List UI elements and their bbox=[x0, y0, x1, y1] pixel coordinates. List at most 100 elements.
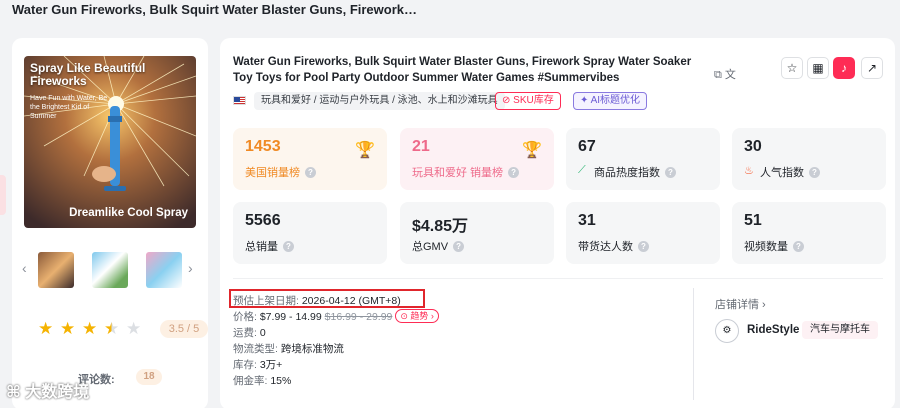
stat-value: 30 bbox=[744, 138, 762, 155]
ai-title-label: AI标题优化 bbox=[590, 95, 641, 106]
tag-icon: ⊘ bbox=[502, 95, 514, 106]
stat-label: 商品热度指数? bbox=[594, 164, 676, 180]
ai-title-button[interactable]: ✦ AI标题优化 bbox=[573, 92, 648, 110]
stat-label: 玩具和爱好 销量榜? bbox=[412, 164, 520, 180]
help-icon[interactable]: ? bbox=[665, 167, 676, 178]
stat-label: 总GMV? bbox=[412, 238, 465, 254]
star-full-icon: ★ bbox=[60, 319, 76, 338]
shipping-row: 运费: 0 bbox=[233, 325, 439, 341]
external-link-icon[interactable]: ↗ bbox=[861, 57, 883, 79]
category-tag[interactable]: 玩具和爱好 / 运动与户外玩具 / 泳池、水上和沙滩玩具 bbox=[254, 92, 505, 110]
stat-label: 带货达人数? bbox=[578, 238, 649, 254]
us-flag-icon bbox=[233, 96, 246, 105]
product-details-list: 预估上架日期: 2026-04-12 (GMT+8) 价格: $7.99 - 1… bbox=[229, 289, 439, 389]
shop-details-link[interactable]: 店铺详情 › bbox=[715, 296, 766, 312]
detail-label: 运费: bbox=[233, 327, 257, 339]
commission-row: 佣金率: 15% bbox=[233, 373, 439, 389]
stat-label: 人气指数? bbox=[760, 164, 820, 180]
help-icon[interactable]: ? bbox=[793, 241, 804, 252]
image-subline: Have Fun with Water, Be the Brightest Ki… bbox=[30, 95, 108, 120]
help-icon[interactable]: ? bbox=[453, 241, 465, 252]
stat-value: $4.85万 bbox=[412, 218, 469, 235]
stat-popularity: 30 ♨ 人气指数? bbox=[732, 128, 886, 190]
stat-heat-index: 67 ⟋ 商品热度指数? bbox=[566, 128, 720, 190]
commission-value: 15% bbox=[270, 375, 292, 387]
qr-code-icon[interactable]: ▦ bbox=[807, 57, 829, 79]
help-icon[interactable]: ? bbox=[305, 167, 316, 178]
chevron-right-icon[interactable]: › bbox=[188, 260, 193, 276]
shop-name[interactable]: RideStyle bbox=[747, 324, 799, 336]
star-full-icon: ★ bbox=[38, 319, 54, 338]
stock-row: 库存: 3万+ bbox=[233, 357, 439, 373]
fire-icon: ♨ bbox=[744, 165, 754, 177]
review-count: 18 bbox=[136, 369, 162, 385]
product-detail-card: Water Gun Fireworks, Bulk Squirt Water B… bbox=[220, 38, 895, 408]
page-title: Water Gun Fireworks, Bulk Squirt Water B… bbox=[12, 2, 418, 17]
stat-value: 5566 bbox=[245, 212, 281, 229]
star-icon[interactable]: ☆ bbox=[781, 57, 803, 79]
detail-label: 物流类型: bbox=[233, 343, 278, 355]
product-main-image[interactable]: Spray Like Beautiful Fireworks Have Fun … bbox=[24, 56, 196, 228]
divider bbox=[693, 288, 694, 400]
detail-label: 库存: bbox=[233, 359, 257, 371]
thumbnail-1[interactable] bbox=[38, 252, 74, 288]
stat-creators: 31 带货达人数? bbox=[566, 202, 720, 264]
trend-icon: ⟋ bbox=[578, 164, 586, 176]
thumbnail-2[interactable] bbox=[92, 252, 128, 288]
price-value: $7.99 - 14.99 bbox=[259, 311, 322, 323]
image-headline: Spray Like Beautiful Fireworks bbox=[30, 61, 146, 88]
stat-value: 21 bbox=[412, 138, 430, 155]
trend-button[interactable]: ⊙ 趋势 › bbox=[395, 309, 439, 323]
ai-icon: ✦ bbox=[580, 95, 591, 106]
highlight-box bbox=[229, 289, 425, 308]
thumbnail-3[interactable] bbox=[146, 252, 182, 288]
stat-value: 67 bbox=[578, 138, 596, 155]
stat-value: 31 bbox=[578, 212, 596, 229]
detail-label: 价格: bbox=[233, 311, 257, 323]
help-icon[interactable]: ? bbox=[508, 167, 520, 178]
price-row: 价格: $7.99 - 14.99 $16.99 - 29.99 ⊙ 趋势 › bbox=[233, 309, 439, 325]
copy-translate-icons[interactable]: ⧉ 文 bbox=[714, 66, 736, 82]
stat-value: 1453 bbox=[245, 138, 281, 155]
rating-score: 3.5 / 5 bbox=[160, 320, 208, 338]
stat-videos: 51 视频数量? bbox=[732, 202, 886, 264]
shipping-value: 0 bbox=[259, 327, 266, 339]
original-price: $16.99 - 29.99 bbox=[324, 311, 393, 323]
watermark-text: 大数跨境 bbox=[25, 384, 90, 401]
shop-logo-icon[interactable]: ⚙ bbox=[715, 319, 739, 343]
logistics-value: 跨境标准物流 bbox=[280, 343, 344, 355]
tiktok-icon[interactable]: ♪ bbox=[833, 57, 855, 79]
stock-value: 3万+ bbox=[259, 359, 283, 371]
divider bbox=[233, 278, 883, 279]
product-title: Water Gun Fireworks, Bulk Squirt Water B… bbox=[233, 56, 692, 84]
stat-value: 51 bbox=[744, 212, 762, 229]
watermark-logo: ⌘ 大数跨境 bbox=[6, 378, 89, 402]
watermark-icon: ⌘ bbox=[6, 384, 21, 401]
trophy-icon: 🏆 bbox=[355, 142, 375, 159]
sku-stock-button[interactable]: ⊘ SKU库存 bbox=[495, 92, 561, 110]
shop-category-tag: 汽车与摩托车 bbox=[802, 321, 878, 339]
stat-label: 美国销量榜? bbox=[245, 164, 316, 180]
logistics-row: 物流类型: 跨境标准物流 bbox=[233, 341, 439, 357]
product-media-card: Spray Like Beautiful Fireworks Have Fun … bbox=[12, 38, 208, 408]
side-panel-tab[interactable] bbox=[0, 175, 6, 215]
sku-stock-label: SKU库存 bbox=[513, 95, 554, 106]
stat-label: 视频数量? bbox=[744, 238, 804, 254]
help-icon[interactable]: ? bbox=[809, 167, 820, 178]
star-full-icon: ★ bbox=[82, 319, 98, 338]
thumbnail-strip: ‹ › bbox=[22, 250, 198, 290]
stat-label: 总销量? bbox=[245, 238, 294, 254]
help-icon[interactable]: ? bbox=[638, 241, 649, 252]
stat-us-rank[interactable]: 1453 美国销量榜? 🏆 bbox=[233, 128, 387, 190]
help-icon[interactable]: ? bbox=[283, 241, 294, 252]
image-bottom-text: Dreamlike Cool Spray bbox=[69, 207, 188, 219]
chevron-left-icon[interactable]: ‹ bbox=[22, 260, 27, 276]
stat-category-rank[interactable]: 21 玩具和爱好 销量榜? 🏆 bbox=[400, 128, 554, 190]
stat-total-gmv: $4.85万 总GMV? bbox=[400, 202, 554, 264]
detail-label: 佣金率: bbox=[233, 375, 268, 387]
stat-total-sales: 5566 总销量? bbox=[233, 202, 387, 264]
star-empty-icon: ★ bbox=[126, 319, 142, 338]
launch-date-row: 预估上架日期: 2026-04-12 (GMT+8) bbox=[229, 289, 439, 309]
star-half-icon: ★ bbox=[104, 319, 120, 338]
trophy-icon: 🏆 bbox=[522, 142, 542, 159]
